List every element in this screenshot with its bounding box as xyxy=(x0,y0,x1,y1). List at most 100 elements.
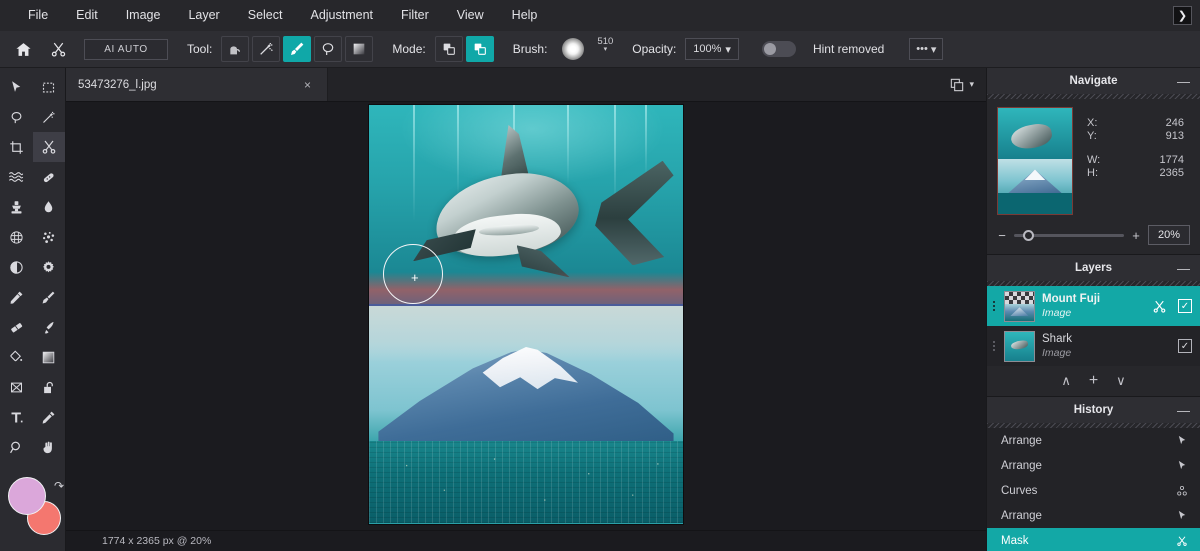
dropper-tool[interactable] xyxy=(0,282,33,312)
history-item[interactable]: Mask xyxy=(987,528,1200,551)
art-brush-tool[interactable] xyxy=(33,312,66,342)
crossed-box-tool[interactable] xyxy=(0,372,33,402)
navigate-panel-header[interactable]: Navigate — xyxy=(987,68,1200,94)
layer-row[interactable]: Shark Image ✓ xyxy=(987,326,1200,366)
mode-subtract-button[interactable] xyxy=(435,36,463,62)
layer-visibility-checkbox[interactable]: ✓ xyxy=(1178,339,1192,353)
contrast-tool[interactable] xyxy=(0,252,33,282)
lasso-tool-button[interactable] xyxy=(314,36,342,62)
text-tool[interactable] xyxy=(0,402,33,432)
zoom-in-button[interactable]: + xyxy=(1131,228,1141,243)
lasso-tool[interactable] xyxy=(0,102,33,132)
zoom-value-field[interactable]: 20% xyxy=(1148,225,1190,245)
history-item-label: Mask xyxy=(1001,535,1028,547)
blur-drop-tool[interactable] xyxy=(33,192,66,222)
liquify-tool[interactable] xyxy=(0,162,33,192)
move-layer-down-button[interactable]: ∨ xyxy=(1116,373,1126,389)
hint-removed-toggle[interactable] xyxy=(762,41,796,57)
tile-windows-icon[interactable] xyxy=(949,77,965,93)
magic-wand-tool[interactable] xyxy=(33,102,66,132)
mode-add-button[interactable] xyxy=(466,36,494,62)
history-item[interactable]: Arrange xyxy=(987,503,1200,528)
menu-view[interactable]: View xyxy=(443,0,498,31)
scissors-icon xyxy=(1176,535,1188,547)
history-item[interactable]: Curves xyxy=(987,478,1200,503)
menu-filter[interactable]: Filter xyxy=(387,0,443,31)
menu-select[interactable]: Select xyxy=(234,0,297,31)
more-dots-icon: ••• xyxy=(916,43,928,55)
rectangular-marquee-tool[interactable] xyxy=(33,72,66,102)
history-item[interactable]: Arrange xyxy=(987,453,1200,478)
menu-help[interactable]: Help xyxy=(498,0,552,31)
navigator-h-value: 2365 xyxy=(1117,167,1190,179)
menu-image[interactable]: Image xyxy=(112,0,175,31)
layer-drag-handle[interactable] xyxy=(991,341,997,351)
eyedropper-tool[interactable] xyxy=(33,402,66,432)
image-canvas[interactable]: + xyxy=(368,104,684,525)
scissors-icon[interactable] xyxy=(45,36,71,62)
zoom-out-button[interactable]: − xyxy=(997,228,1007,243)
document-tab[interactable]: 53473276_l.jpg × xyxy=(66,68,328,101)
hand-tool[interactable] xyxy=(33,432,66,462)
dots-pattern-tool[interactable] xyxy=(33,222,66,252)
clone-stamp-tool[interactable] xyxy=(0,192,33,222)
zoom-slider-handle[interactable] xyxy=(1023,230,1034,241)
canvas-viewport[interactable]: + xyxy=(66,102,986,530)
layer-visibility-checkbox[interactable]: ✓ xyxy=(1178,299,1192,313)
chevron-down-icon[interactable]: ▾ xyxy=(969,79,974,90)
navigator-y-key: Y: xyxy=(1087,130,1117,142)
scissors-icon[interactable] xyxy=(1152,299,1167,314)
add-layer-button[interactable]: + xyxy=(1089,372,1098,390)
close-icon[interactable]: × xyxy=(300,78,315,92)
layer-drag-handle[interactable] xyxy=(991,301,997,311)
paint-bucket-tool[interactable] xyxy=(0,342,33,372)
gradient-tool-button[interactable] xyxy=(345,36,373,62)
settings-gear-tool[interactable] xyxy=(33,252,66,282)
layer-row[interactable]: Mount Fuji Image ✓ xyxy=(987,286,1200,326)
image-editor-window: File Edit Image Layer Select Adjustment … xyxy=(0,0,1200,551)
lasso-bucket-tool-button[interactable] xyxy=(221,36,249,62)
eraser-tool[interactable] xyxy=(0,312,33,342)
menu-file[interactable]: File xyxy=(14,0,62,31)
navigator-x-value: 246 xyxy=(1117,117,1190,129)
menu-layer[interactable]: Layer xyxy=(174,0,233,31)
chevron-down-icon: ▾ xyxy=(931,43,937,56)
crop-tool[interactable] xyxy=(0,132,33,162)
chevron-right-icon[interactable]: ❯ xyxy=(1173,6,1192,25)
ai-auto-button[interactable]: AI AUTO xyxy=(84,39,168,60)
gradient-tool[interactable] xyxy=(33,342,66,372)
fill-lock-tool[interactable] xyxy=(33,372,66,402)
navigator-x-row: X: 246 xyxy=(1087,117,1190,129)
mode-button-group xyxy=(435,36,494,62)
layer-thumbnail[interactable] xyxy=(1004,291,1035,322)
scissors-cutout-tool[interactable] xyxy=(33,132,66,162)
move-layer-up-button[interactable]: ∧ xyxy=(1061,373,1071,389)
magic-wand-tool-button[interactable] xyxy=(252,36,280,62)
swap-colors-icon[interactable]: ↷ xyxy=(54,479,64,493)
healing-brush-tool[interactable] xyxy=(33,162,66,192)
history-item[interactable]: Arrange xyxy=(987,428,1200,453)
foreground-color-swatch[interactable] xyxy=(8,477,46,515)
zoom-slider[interactable] xyxy=(1014,234,1124,237)
history-panel-header[interactable]: History — xyxy=(987,397,1200,423)
opacity-dropdown[interactable]: 100% ▾ xyxy=(685,38,739,60)
minimize-icon[interactable]: — xyxy=(1177,262,1190,275)
menu-adjustment[interactable]: Adjustment xyxy=(296,0,387,31)
paintbrush-tool[interactable] xyxy=(33,282,66,312)
minimize-icon[interactable]: — xyxy=(1177,404,1190,417)
menu-edit[interactable]: Edit xyxy=(62,0,112,31)
layers-panel-header[interactable]: Layers — xyxy=(987,255,1200,281)
shark-tail xyxy=(595,161,674,266)
more-options-button[interactable]: ••• ▾ xyxy=(909,38,943,60)
home-icon[interactable] xyxy=(10,36,36,62)
brush-preview-swatch[interactable] xyxy=(562,38,584,60)
history-panel-title: History xyxy=(1074,404,1114,416)
brush-size-value[interactable]: 510 ▾ xyxy=(597,36,613,55)
brush-tool-button[interactable] xyxy=(283,36,311,62)
mesh-warp-tool[interactable] xyxy=(0,222,33,252)
zoom-tool[interactable] xyxy=(0,432,33,462)
minimize-icon[interactable]: — xyxy=(1177,75,1190,88)
navigator-thumbnail[interactable] xyxy=(997,107,1073,215)
move-tool[interactable] xyxy=(0,72,33,102)
layer-thumbnail[interactable] xyxy=(1004,331,1035,362)
